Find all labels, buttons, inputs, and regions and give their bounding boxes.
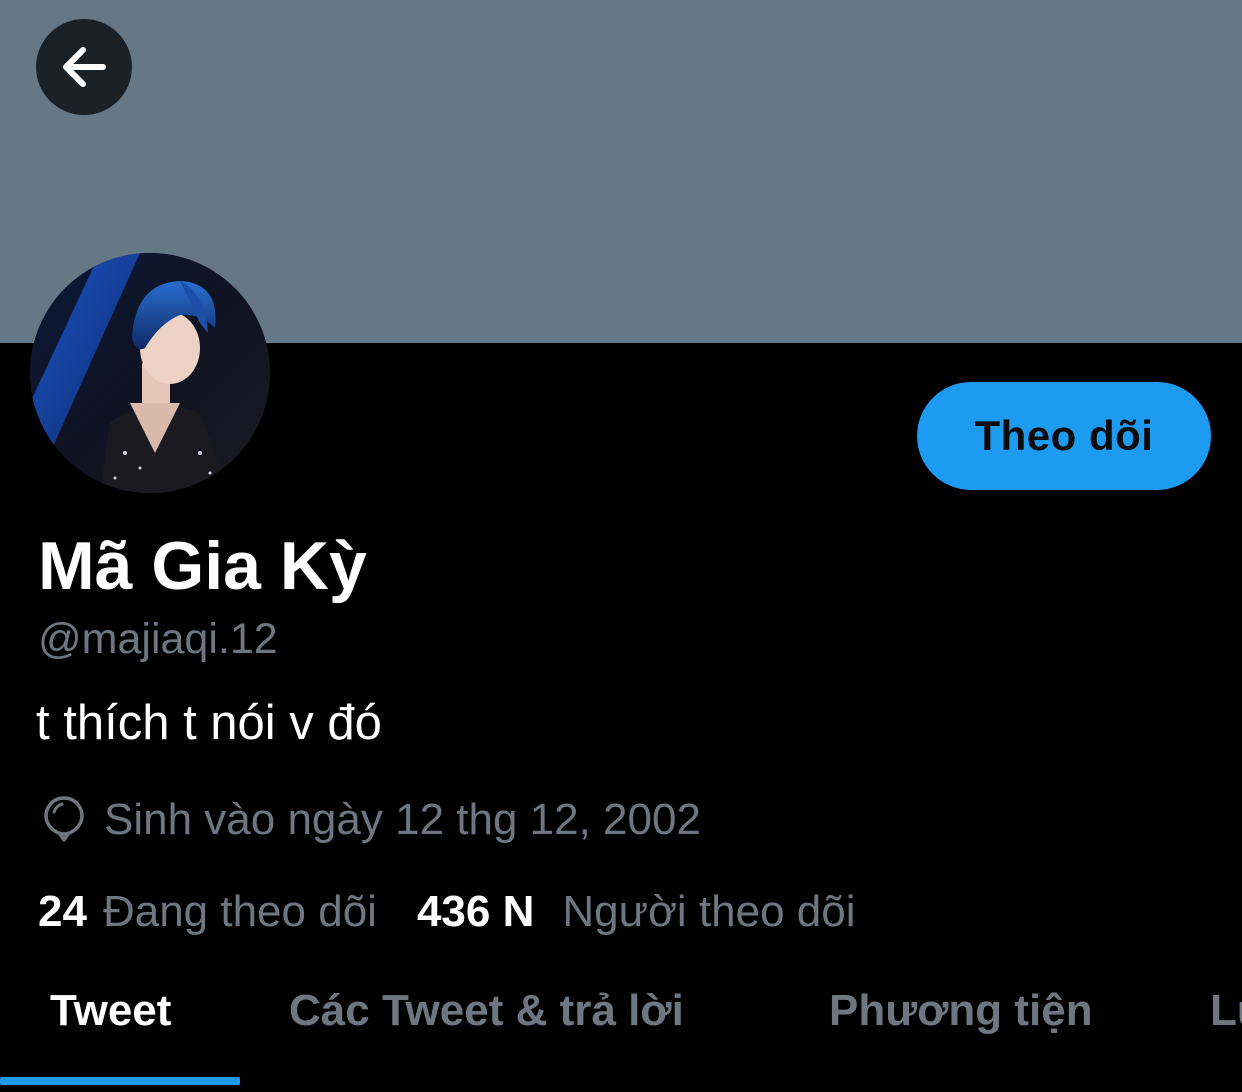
active-tab-indicator (0, 1077, 240, 1085)
birthday-text: Sinh vào ngày 12 thg 12, 2002 (104, 795, 701, 844)
balloon-icon (38, 792, 90, 848)
tab-likes[interactable]: Lư (1210, 981, 1242, 1041)
display-name: Mã Gia Kỳ (38, 528, 367, 604)
user-handle: @majiaqi.12 (38, 615, 278, 663)
tab-tweets-and-replies[interactable]: Các Tweet & trả lời (289, 981, 684, 1041)
birthday-row: Sinh vào ngày 12 thg 12, 2002 (38, 790, 701, 850)
bio: t thích t nói v đó (36, 696, 382, 750)
profile-page: Theo dõi Mã Gia Kỳ @majiaqi.12 t thích t… (0, 0, 1242, 1092)
avatar[interactable] (30, 253, 270, 493)
back-button[interactable] (36, 19, 132, 115)
following-count[interactable]: 24 (38, 887, 87, 937)
arrow-left-icon (57, 40, 111, 94)
followers-count[interactable]: 436 N (417, 887, 534, 937)
following-label[interactable]: Đang theo dõi (103, 887, 377, 937)
tab-media[interactable]: Phương tiện (829, 981, 1093, 1041)
followers-label[interactable]: Người theo dõi (562, 887, 855, 937)
tab-tweets[interactable]: Tweet (50, 981, 171, 1041)
profile-tabs: Tweet Các Tweet & trả lời Phương tiện Lư (0, 965, 1242, 1092)
follow-stats: 24 Đang theo dõi 436 N Người theo dõi (38, 882, 856, 942)
follow-button[interactable]: Theo dõi (917, 382, 1211, 490)
